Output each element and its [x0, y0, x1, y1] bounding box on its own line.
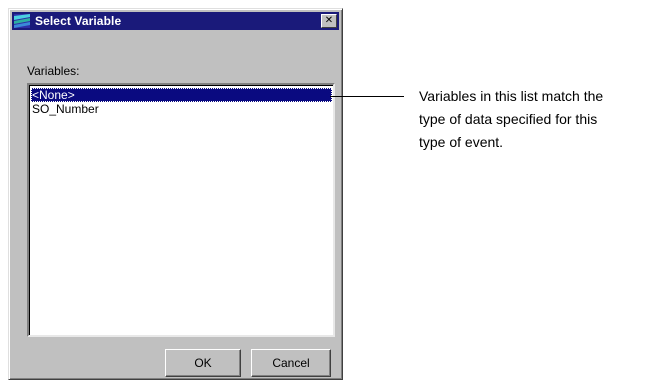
close-icon: ✕: [324, 15, 334, 26]
callout-line-2: type of data specified for this: [419, 111, 598, 127]
close-button[interactable]: ✕: [321, 14, 337, 28]
list-item-none[interactable]: <None>: [31, 88, 332, 102]
dialog-title: Select Variable: [35, 14, 122, 28]
list-item-so-number[interactable]: SO_Number: [31, 102, 332, 116]
screenshot-canvas: Select Variable ✕ Variables: <None> SO_N…: [0, 0, 671, 386]
title-bar[interactable]: Select Variable ✕: [12, 12, 339, 30]
variables-label: Variables:: [27, 64, 80, 78]
window-icon: [13, 13, 31, 29]
callout-annotation: Variables in this list match the type of…: [419, 85, 669, 154]
select-variable-dialog: Select Variable ✕ Variables: <None> SO_N…: [8, 8, 343, 380]
callout-line-1: Variables in this list match the: [419, 88, 604, 104]
variables-listbox[interactable]: <None> SO_Number: [27, 83, 335, 337]
callout-line-3: type of event.: [419, 134, 504, 150]
cancel-button[interactable]: Cancel: [251, 349, 331, 377]
ok-button[interactable]: OK: [165, 349, 241, 377]
callout-leader-line: [330, 96, 404, 97]
